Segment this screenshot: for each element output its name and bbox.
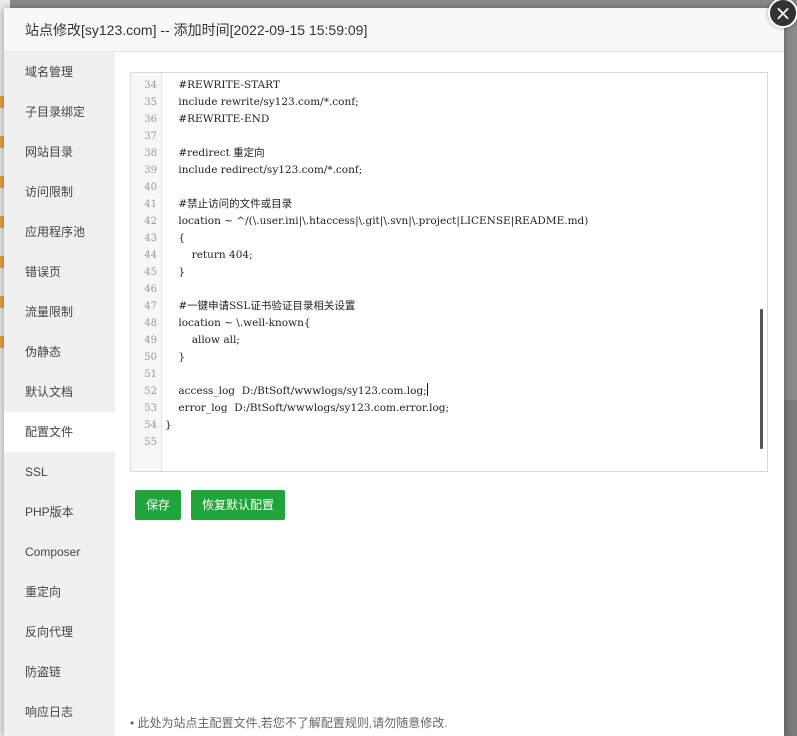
line-number: 36 [144, 114, 157, 125]
code-line: include rewrite/sy123.com/*.conf; [165, 94, 359, 111]
line-number: 45 [144, 267, 157, 278]
code-text: } [165, 351, 186, 363]
code-line: #禁止访问的文件或目录 [165, 196, 292, 213]
sidebar-item[interactable]: 伪静态 [4, 332, 115, 372]
code-line: location ~ \.well-known{ [165, 315, 311, 332]
sidebar-item[interactable]: 防盗链 [4, 652, 115, 692]
bullet-icon: • [130, 716, 135, 730]
code-text: #redirect 重定向 [165, 147, 265, 159]
background-panel [783, 400, 797, 736]
code-text: access_log D:/BtSoft/wwwlogs/sy123.com.l… [165, 385, 427, 397]
sidebar-item[interactable]: PHP版本 [4, 492, 115, 532]
line-number: 39 [144, 165, 157, 176]
code-text: } [165, 266, 186, 278]
code-text: #禁止访问的文件或目录 [165, 198, 293, 210]
sidebar-item[interactable]: 子目录绑定 [4, 92, 115, 132]
sidebar-item[interactable]: 配置文件 [4, 412, 115, 452]
code-line: #REWRITE-END [165, 111, 269, 128]
dialog-title: 站点修改[sy123.com] -- 添加时间[2022-09-15 15:59… [4, 8, 784, 52]
settings-sidebar: 域名管理 子目录绑定 网站目录 访问限制 应用程序池 错误页 流量限制 伪静态 默认文档 配置文件… [4, 52, 115, 736]
code-text: { [165, 232, 186, 244]
line-number: 47 [144, 301, 157, 312]
sidebar-item[interactable]: 应用程序池 [4, 212, 115, 252]
code-line: include redirect/sy123.com/*.conf; [165, 162, 362, 179]
save-button[interactable]: 保存 [135, 490, 182, 520]
sidebar-item[interactable]: SSL [4, 452, 115, 492]
sidebar-item[interactable]: 流量限制 [4, 292, 115, 332]
code-text: } [165, 419, 172, 431]
sidebar-item[interactable]: 默认文档 [4, 372, 115, 412]
close-icon[interactable]: × [768, 0, 797, 28]
line-number: 38 [144, 148, 157, 159]
sidebar-item[interactable]: 响应日志 [4, 692, 115, 732]
code-line: { [165, 230, 185, 247]
line-number: 48 [144, 318, 157, 329]
code-editor[interactable]: 34 #REWRITE-START 35 include rewrite/sy12… [130, 72, 768, 472]
line-number: 44 [144, 250, 157, 261]
line-number: 35 [144, 97, 157, 108]
code-text: include redirect/sy123.com/*.conf; [165, 164, 363, 176]
code-line: #一键申请SSL证书验证目录相关设置 [165, 298, 355, 315]
line-number: 52 [144, 386, 157, 397]
line-number: 49 [144, 335, 157, 346]
sidebar-item[interactable]: 错误页 [4, 252, 115, 292]
text-caret [426, 383, 428, 396]
line-number: 54 [144, 420, 157, 431]
line-number: 41 [144, 199, 157, 210]
config-file-panel: 34 #REWRITE-START 35 include rewrite/sy12… [115, 52, 784, 736]
line-number: 34 [144, 80, 157, 91]
code-line: error_log D:/BtSoft/wwwlogs/sy123.com.er… [165, 400, 449, 417]
code-text: location ~ \.well-known{ [165, 317, 311, 329]
line-number: 40 [144, 182, 157, 193]
code-text: allow all; [165, 334, 240, 346]
code-line: access_log D:/BtSoft/wwwlogs/sy123.com.l… [165, 383, 428, 400]
code-line: #REWRITE-START [165, 77, 280, 94]
restore-default-config-button[interactable]: 恢复默认配置 [191, 490, 286, 520]
sidebar-item[interactable]: 重定向 [4, 572, 115, 612]
code-line: } [165, 349, 185, 366]
code-text: include rewrite/sy123.com/*.conf; [165, 96, 359, 108]
code-line: #redirect 重定向 [165, 145, 265, 162]
line-number: 37 [144, 131, 157, 142]
config-warning-tip: • 此处为站点主配置文件,若您不了解配置规则,请勿随意修改. [130, 714, 448, 731]
sidebar-item[interactable]: 访问限制 [4, 172, 115, 212]
sidebar-item[interactable]: 反向代理 [4, 612, 115, 652]
sidebar-item[interactable]: 网站目录 [4, 132, 115, 172]
code-line: } [165, 264, 185, 281]
line-number: 50 [144, 352, 157, 363]
code-line: location ~ ^/(\.user.ini|\.htaccess|\.gi… [165, 213, 588, 230]
code-text: return 404; [165, 249, 253, 261]
code-text: error_log D:/BtSoft/wwwlogs/sy123.com.er… [165, 402, 450, 414]
code-text: #REWRITE-START [165, 79, 280, 91]
code-text: location ~ ^/(\.user.ini|\.htaccess|\.gi… [165, 215, 589, 227]
code-text: #REWRITE-END [165, 113, 270, 125]
line-number: 51 [144, 369, 157, 380]
line-number: 43 [144, 233, 157, 244]
code-line: return 404; [165, 247, 253, 264]
line-number: 53 [144, 403, 157, 414]
line-number: 42 [144, 216, 157, 227]
code-text: #一键申请SSL证书验证目录相关设置 [165, 300, 356, 312]
line-number: 46 [144, 284, 157, 295]
editor-scrollbar[interactable] [760, 309, 763, 449]
site-edit-dialog: 站点修改[sy123.com] -- 添加时间[2022-09-15 15:59… [4, 8, 784, 736]
sidebar-item[interactable]: Composer [4, 532, 115, 572]
line-number: 55 [144, 437, 157, 448]
code-line: allow all; [165, 332, 240, 349]
sidebar-item[interactable]: 域名管理 [4, 52, 115, 92]
code-line: } [165, 417, 172, 434]
tip-text: 此处为站点主配置文件,若您不了解配置规则,请勿随意修改. [137, 716, 448, 730]
